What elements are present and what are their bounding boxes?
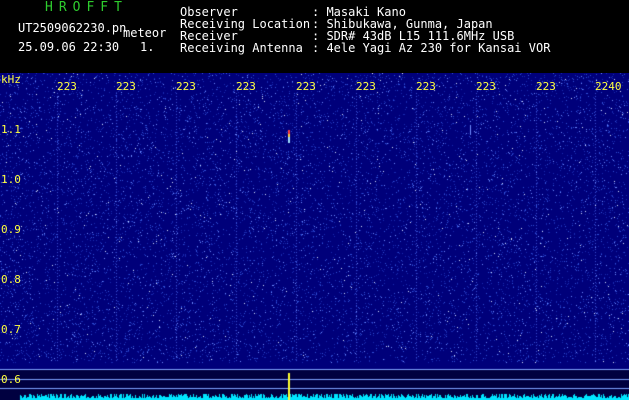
y-tick-label: 0.6	[1, 373, 21, 386]
x-tick-label: 223	[356, 80, 376, 93]
antenna-value: : 4ele Yagi Az 230 for Kansai VOR	[312, 41, 551, 55]
y-tick-label: 0.7	[1, 323, 21, 336]
header-panel: HROFFT UT2509062230.pn meteor 25.09.06 2…	[0, 0, 629, 73]
x-tick-label: 223	[57, 80, 77, 93]
app-logo: HROFFT	[45, 0, 128, 15]
x-tick-label: 223	[476, 80, 496, 93]
y-tick-label: 0.9	[1, 223, 21, 236]
antenna-label: Receiving Antenna	[180, 41, 303, 55]
y-tick-label: 1.0	[1, 173, 21, 186]
x-tick-label: 223	[236, 80, 256, 93]
x-tick-label: 223	[296, 80, 316, 93]
x-tick-label: 2240	[595, 80, 622, 93]
y-tick-label: 0.8	[1, 273, 21, 286]
mode-label: meteor	[123, 26, 167, 40]
x-tick-label: 223	[536, 80, 556, 93]
x-tick-label: 223	[416, 80, 436, 93]
y-axis-unit: kHz	[1, 73, 21, 86]
x-tick-label: 223	[176, 80, 196, 93]
count-label: 1.	[140, 40, 155, 54]
file-name: UT2509062230.pn	[18, 21, 127, 35]
date-time: 25.09.06 22:30	[18, 40, 120, 54]
y-tick-label: 1.1	[1, 123, 21, 136]
x-tick-label: 223	[116, 80, 136, 93]
spectrogram	[0, 73, 629, 400]
